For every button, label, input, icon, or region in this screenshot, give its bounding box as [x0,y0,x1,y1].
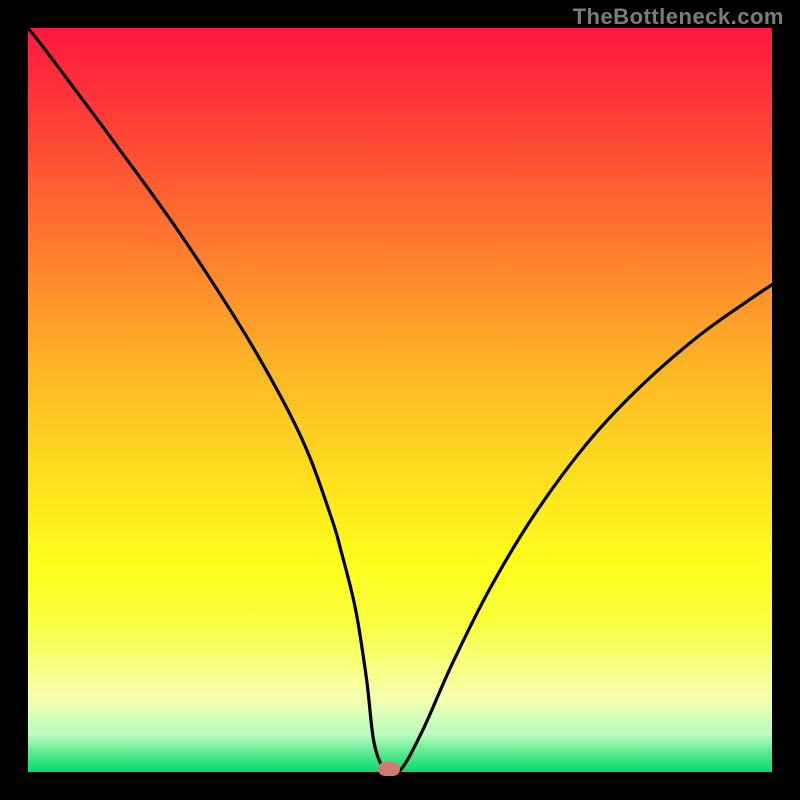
chart-svg [28,28,772,772]
gradient-background [28,28,772,772]
plot-area [28,28,772,772]
watermark-text: TheBottleneck.com [573,4,784,30]
chart-frame: TheBottleneck.com [0,0,800,800]
optimum-marker [378,762,400,776]
